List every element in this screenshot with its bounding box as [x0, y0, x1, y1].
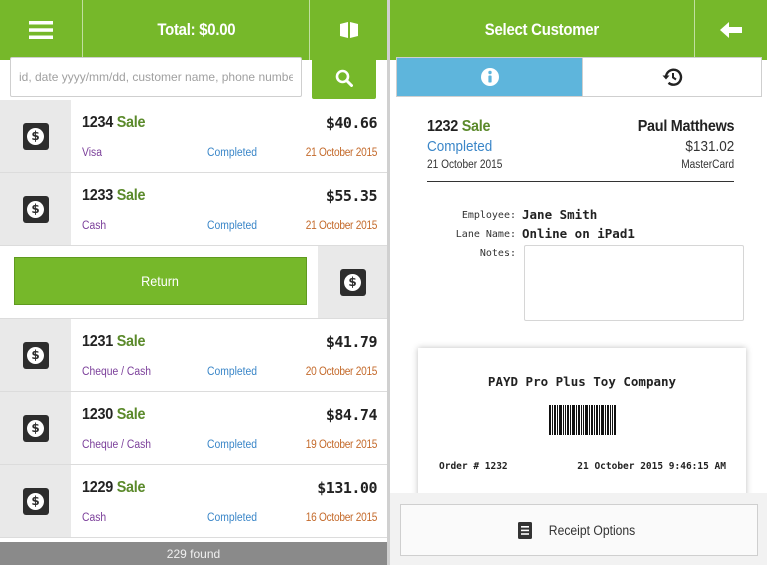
tab-info[interactable] — [397, 58, 582, 96]
employee-label: Employee: — [461, 210, 516, 221]
return-button[interactable]: Return — [14, 257, 307, 305]
sale-date: 20 October 2015 — [305, 366, 378, 378]
sale-row[interactable]: $ 1229 Sale Cash Completed $131.00 16 Oc… — [0, 465, 387, 538]
menu-button[interactable] — [0, 0, 82, 60]
arrow-left-icon — [720, 22, 742, 38]
sales-panel: Total: $0.00 $ 1234 Sale Visa Completed … — [0, 0, 387, 565]
receipt-options-bar: Receipt Options — [390, 493, 767, 565]
search-button[interactable] — [312, 57, 376, 99]
select-customer-button[interactable]: Select Customer — [390, 0, 694, 60]
receipt-options-button[interactable]: Receipt Options — [400, 504, 758, 556]
sale-date: 19 October 2015 — [305, 439, 378, 451]
sale-date: 21 October 2015 — [305, 147, 378, 159]
sale-amount: $41.79 — [325, 333, 378, 351]
sale-amount: $40.66 — [325, 114, 378, 132]
search-input[interactable] — [10, 57, 302, 97]
receipt-company-name: PAYD Pro Plus Toy Company — [487, 374, 677, 389]
sale-status: Completed — [207, 512, 258, 524]
sale-number: 1234 Sale — [82, 114, 146, 131]
detail-status: Completed — [427, 138, 493, 155]
sale-row[interactable]: $ 1231 Sale Cheque / Cash Completed $41.… — [0, 319, 387, 392]
sale-number: 1231 Sale — [82, 333, 146, 350]
sale-status: Completed — [207, 147, 258, 159]
sale-detail-panel: Select Customer 1232 Sale Completed 21 O… — [390, 0, 767, 565]
sale-row[interactable]: $ 1234 Sale Visa Completed $40.66 21 Oct… — [0, 100, 387, 173]
sale-row-icon-cell: $ — [0, 100, 71, 172]
notes-field[interactable] — [524, 245, 744, 321]
sale-row-icon-cell: $ — [0, 319, 71, 391]
payment-method: Cheque / Cash — [82, 366, 152, 378]
money-receipt-icon: $ — [22, 122, 49, 150]
detail-tabs — [396, 57, 762, 97]
info-icon — [480, 68, 499, 86]
money-receipt-icon: $ — [22, 487, 49, 515]
payment-method: Visa — [82, 147, 102, 159]
receipt-options-label: Receipt Options — [548, 522, 636, 538]
sale-row-icon-cell: $ — [0, 173, 71, 245]
sale-status: Completed — [207, 439, 258, 451]
detail-header: Select Customer — [390, 0, 767, 60]
lane-label: Lane Name: — [455, 229, 516, 240]
results-count: 229 found — [0, 542, 387, 565]
sale-status: Completed — [207, 366, 258, 378]
payment-method: Cheque / Cash — [82, 439, 152, 451]
search-icon — [335, 69, 353, 87]
detail-total: $131.02 — [685, 138, 734, 155]
sale-date: 21 October 2015 — [305, 220, 378, 232]
back-button[interactable] — [695, 0, 767, 60]
money-receipt-icon: $ — [22, 195, 49, 223]
return-button-label: Return — [141, 273, 180, 289]
sales-header: Total: $0.00 — [0, 0, 387, 60]
open-book-icon — [339, 22, 358, 38]
sale-row[interactable]: $ 1233 Sale Cash Completed $55.35 21 Oct… — [0, 173, 387, 246]
sale-number: 1230 Sale — [82, 406, 146, 423]
tab-history[interactable] — [582, 58, 761, 96]
hamburger-menu-icon — [29, 21, 53, 39]
sale-date: 16 October 2015 — [305, 512, 378, 524]
select-customer-label: Select Customer — [484, 20, 600, 39]
sale-detail-button[interactable]: $ — [318, 246, 387, 318]
detail-divider — [427, 181, 734, 182]
detail-sale-number: 1232 Sale — [427, 118, 491, 135]
customer-name: Paul Matthews — [637, 118, 734, 135]
history-icon — [662, 68, 683, 86]
barcode-image — [549, 405, 616, 435]
detail-date: 21 October 2015 — [427, 159, 503, 171]
payment-method: Cash — [82, 220, 107, 232]
total-label: Total: $0.00 — [156, 20, 236, 39]
money-receipt-icon: $ — [22, 414, 49, 442]
money-receipt-icon: $ — [339, 268, 366, 296]
selected-sale-actions: Return $ — [0, 246, 387, 319]
sale-row-icon-cell: $ — [0, 392, 71, 464]
receipt-timestamp: 21 October 2015 9:46:15 AM — [577, 461, 726, 472]
payment-method: Cash — [82, 512, 107, 524]
sale-amount: $55.35 — [325, 187, 378, 205]
receipt-order-number: Order # 1232 — [439, 461, 508, 472]
sale-amount: $84.74 — [325, 406, 378, 424]
lane-value: Online on iPad1 — [522, 226, 635, 241]
total-display: Total: $0.00 — [83, 0, 309, 60]
detail-card-type: MasterCard — [681, 159, 734, 171]
sale-status: Completed — [207, 220, 258, 232]
sale-number: 1233 Sale — [82, 187, 146, 204]
catalog-button[interactable] — [310, 0, 387, 60]
sale-row[interactable]: $ 1230 Sale Cheque / Cash Completed $84.… — [0, 392, 387, 465]
sale-row-icon-cell: $ — [0, 465, 71, 537]
money-receipt-icon: $ — [22, 341, 49, 369]
notes-label: Notes: — [479, 248, 516, 259]
document-icon — [517, 521, 532, 539]
sale-number: 1229 Sale — [82, 479, 146, 496]
employee-value: Jane Smith — [522, 207, 598, 222]
receipt-preview: PAYD Pro Plus Toy Company Order # 1232 2… — [418, 348, 746, 508]
sale-amount: $131.00 — [317, 479, 377, 497]
